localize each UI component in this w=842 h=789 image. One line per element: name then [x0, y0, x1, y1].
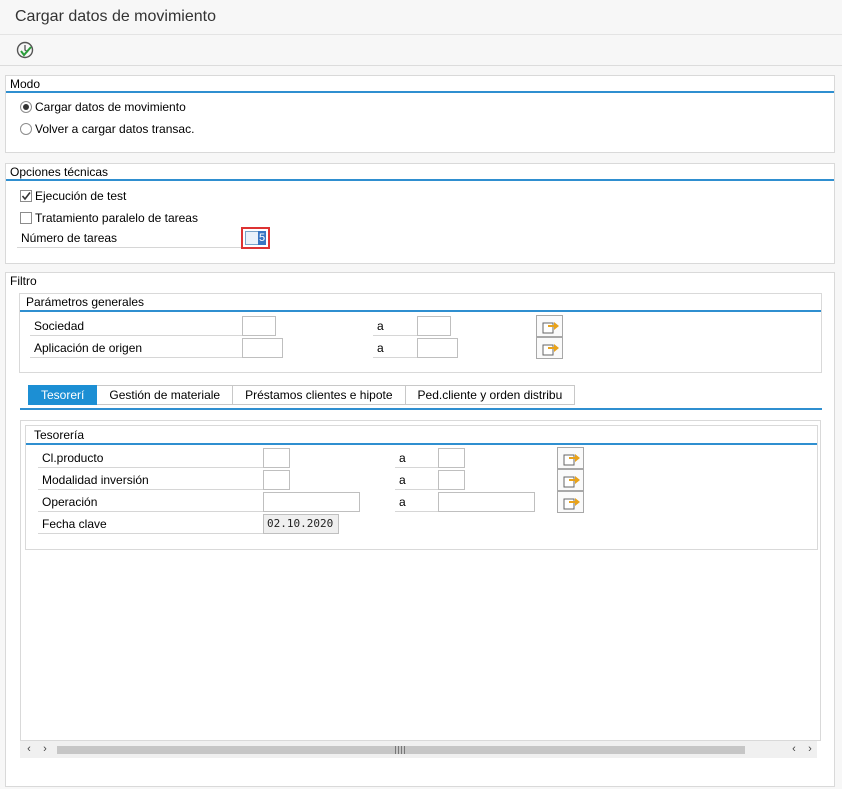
page-title: Cargar datos de movimiento	[15, 8, 216, 25]
scroll-left-end-icon[interactable]: ‹	[787, 741, 801, 758]
check-test-label: Ejecución de test	[35, 189, 127, 203]
checkmark-icon	[21, 192, 31, 201]
fecha-clave-field: 02.10.2020	[263, 514, 339, 534]
sociedad-multiple-selection-button[interactable]	[536, 315, 563, 337]
clproducto-label: Cl.producto	[38, 448, 263, 468]
operacion-label: Operación	[38, 492, 263, 512]
modalidad-to-label: a	[395, 470, 439, 490]
modo-title: Modo	[10, 77, 41, 91]
modalidad-to-input[interactable]	[438, 470, 465, 490]
modo-group: Modo Cargar datos de movimiento Volver a…	[5, 75, 835, 153]
num-tareas-value: 5	[258, 231, 267, 245]
multiple-selection-icon	[542, 344, 559, 356]
scroll-left-icon[interactable]: ‹	[22, 741, 36, 758]
radio-cargar[interactable]: Cargar datos de movimiento	[20, 100, 186, 114]
aplicacion-multiple-selection-button[interactable]	[536, 337, 563, 359]
radio-cargar-label: Cargar datos de movimiento	[35, 100, 186, 114]
generales-title: Parámetros generales	[26, 295, 145, 309]
operacion-multiple-selection-button[interactable]	[557, 491, 584, 513]
num-tareas-field[interactable]: 5	[241, 227, 270, 249]
aplicacion-to-input[interactable]	[417, 338, 458, 358]
num-tareas-label: Número de tareas	[17, 228, 242, 248]
aplicacion-label: Aplicación de origen	[30, 338, 242, 358]
sociedad-to-input[interactable]	[417, 316, 451, 336]
scroll-right-end-icon[interactable]: ›	[803, 741, 817, 758]
toolbar	[0, 35, 842, 66]
aplicacion-from-input[interactable]	[242, 338, 283, 358]
generales-divider	[20, 310, 821, 312]
tesoreria-divider	[26, 443, 817, 445]
tab-tesoreria[interactable]: Tesorerí	[28, 385, 98, 405]
scrollbar-thumb[interactable]	[57, 746, 745, 754]
clproducto-from-input[interactable]	[263, 448, 290, 468]
operacion-to-label: a	[395, 492, 439, 512]
fecha-clave-label: Fecha clave	[38, 514, 263, 534]
execute-clock-icon	[16, 41, 34, 59]
clproducto-to-input[interactable]	[438, 448, 465, 468]
modalidad-label: Modalidad inversión	[38, 470, 263, 490]
scroll-right-icon[interactable]: ›	[38, 741, 52, 758]
execute-button[interactable]	[14, 39, 36, 61]
opciones-divider	[6, 179, 834, 181]
tab-underline	[20, 408, 822, 410]
opciones-title: Opciones técnicas	[10, 165, 109, 179]
title-bar: Cargar datos de movimiento	[0, 0, 842, 35]
aplicacion-to-label: a	[373, 338, 417, 358]
radio-icon[interactable]	[20, 101, 32, 113]
scrollbar-grip-icon	[395, 746, 405, 754]
operacion-from-input[interactable]	[263, 492, 360, 512]
tab-gestion-materiales[interactable]: Gestión de materiale	[97, 385, 234, 405]
operacion-to-input[interactable]	[438, 492, 535, 512]
radio-volver-label: Volver a cargar datos transac.	[35, 122, 195, 136]
horizontal-scrollbar[interactable]: ‹ › ‹ ›	[20, 741, 817, 758]
radio-icon[interactable]	[20, 123, 32, 135]
sociedad-to-label: a	[373, 316, 417, 336]
filtro-title: Filtro	[10, 274, 37, 288]
modalidad-from-input[interactable]	[263, 470, 290, 490]
modalidad-multiple-selection-button[interactable]	[557, 469, 584, 491]
clproducto-multiple-selection-button[interactable]	[557, 447, 584, 469]
opciones-group: Opciones técnicas Ejecución de test Trat…	[5, 163, 835, 264]
checkbox-unchecked[interactable]	[20, 212, 32, 224]
check-paralelo-label: Tratamiento paralelo de tareas	[35, 211, 198, 225]
checkbox-checked[interactable]	[20, 190, 32, 202]
check-paralelo[interactable]: Tratamiento paralelo de tareas	[20, 211, 198, 225]
sociedad-from-input[interactable]	[242, 316, 276, 336]
multiple-selection-icon	[563, 454, 580, 466]
multiple-selection-icon	[542, 322, 559, 334]
tab-pedidos-cliente[interactable]: Ped.cliente y orden distribu	[405, 385, 576, 405]
tesoreria-title: Tesorería	[34, 428, 85, 442]
tab-strip: Tesorerí Gestión de materiale Préstamos …	[28, 385, 576, 405]
multiple-selection-icon	[563, 476, 580, 488]
modo-divider	[6, 91, 834, 93]
multiple-selection-icon	[563, 498, 580, 510]
radio-volver[interactable]: Volver a cargar datos transac.	[20, 122, 194, 136]
tab-prestamos[interactable]: Préstamos clientes e hipote	[233, 385, 406, 405]
check-test[interactable]: Ejecución de test	[20, 189, 126, 203]
sociedad-label: Sociedad	[30, 316, 242, 336]
clproducto-to-label: a	[395, 448, 439, 468]
